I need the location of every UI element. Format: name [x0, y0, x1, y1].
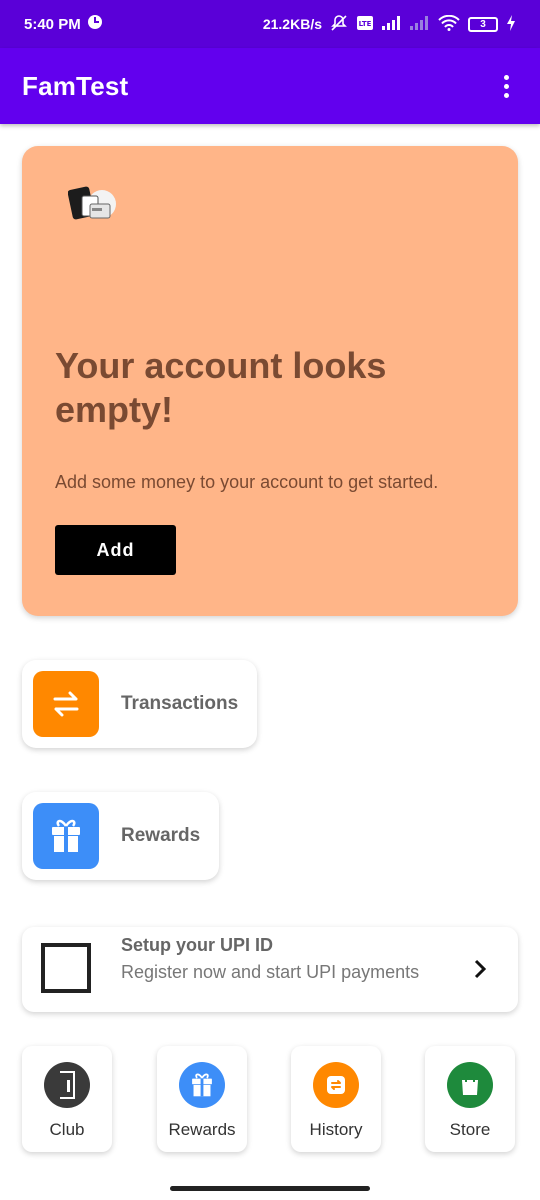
transactions-label: Transactions [121, 693, 239, 714]
nav-rewards-label: Rewards [168, 1120, 236, 1139]
battery-level: 3 [480, 18, 486, 30]
mute-bell-icon [330, 14, 348, 35]
transactions-card[interactable]: Transactions [22, 660, 257, 748]
nav-club[interactable]: Club [22, 1046, 112, 1152]
nav-history[interactable]: History [291, 1046, 381, 1152]
upi-subtitle: Register now and start UPI payments [121, 962, 420, 982]
chevron-right-icon[interactable] [472, 957, 488, 981]
door-icon [44, 1062, 90, 1108]
volte-icon: LTE [356, 15, 374, 34]
signal-empty-icon [410, 15, 430, 33]
upi-checkbox[interactable] [41, 943, 91, 993]
charging-icon [506, 14, 516, 34]
battery-icon: 3 [468, 16, 498, 32]
overflow-menu-icon[interactable] [494, 66, 518, 106]
svg-text:LTE: LTE [359, 20, 372, 28]
shopping-bag-icon [447, 1062, 493, 1108]
status-bar: 5:40 PM 21.2KB/s LTE 3 [0, 0, 540, 48]
gift-icon [33, 803, 99, 869]
nav-store-label: Store [449, 1120, 491, 1139]
gift-icon [179, 1062, 225, 1108]
upi-title: Setup your UPI ID [121, 935, 274, 955]
nav-rewards[interactable]: Rewards [157, 1046, 247, 1152]
nav-club-label: Club [49, 1120, 85, 1139]
empty-account-subtitle: Add some money to your account to get st… [55, 472, 439, 492]
wifi-icon [438, 14, 460, 34]
status-time-group: 5:40 PM [24, 14, 103, 34]
signal-icon [382, 15, 402, 33]
rewards-label: Rewards [121, 825, 201, 846]
status-icons: 21.2KB/s LTE 3 [263, 14, 516, 35]
empty-account-title: Your account looks empty! [55, 345, 387, 430]
setup-upi-card[interactable]: Setup your UPI ID Register now and start… [22, 927, 518, 1012]
app-title: FamTest [22, 70, 129, 101]
status-time: 5:40 PM [24, 15, 81, 33]
nav-history-label: History [309, 1120, 363, 1139]
add-money-button[interactable]: Add [55, 525, 176, 575]
empty-account-card: Your account looks empty! Add some money… [22, 146, 518, 616]
network-speed: 21.2KB/s [262, 16, 322, 32]
home-indicator[interactable] [170, 1186, 370, 1191]
transfer-arrows-icon [313, 1062, 359, 1108]
clock-circle-icon [87, 14, 103, 34]
app-bar: FamTest [0, 48, 540, 124]
nav-store[interactable]: Store [425, 1046, 515, 1152]
transfer-arrows-icon [33, 671, 99, 737]
rewards-card[interactable]: Rewards [22, 792, 219, 880]
card-illustration-icon [67, 182, 118, 226]
